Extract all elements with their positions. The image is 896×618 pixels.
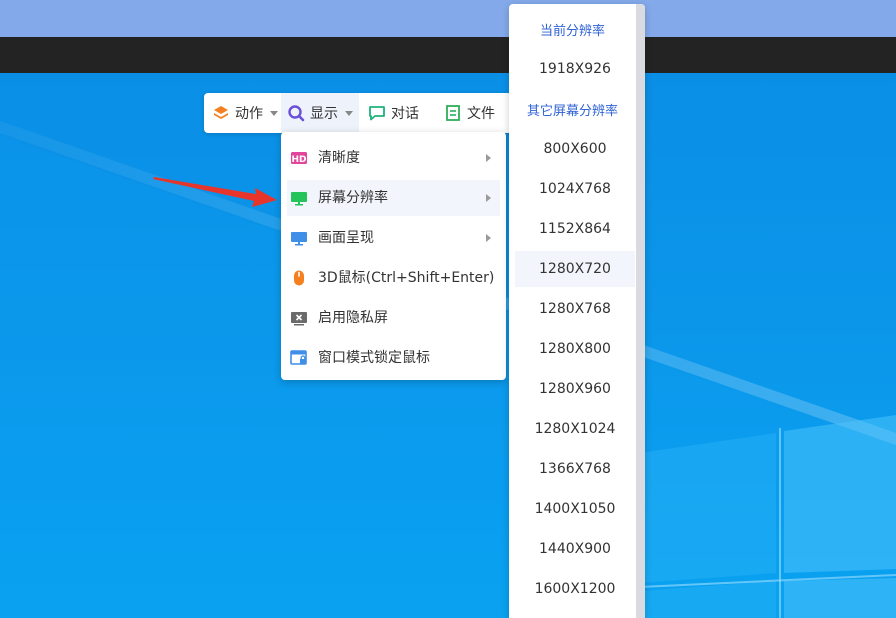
resolution-option[interactable]: 1280X960 bbox=[515, 371, 635, 407]
menu-item-label: 3D鼠标(Ctrl+Shift+Enter) bbox=[318, 270, 495, 286]
file-icon bbox=[446, 105, 460, 121]
menu-item-label: 窗口模式锁定鼠标 bbox=[318, 350, 430, 366]
toolbar-action-button[interactable]: 动作 bbox=[212, 93, 278, 133]
remote-toolbar: 动作 显示 对话 文件 bbox=[204, 93, 512, 133]
resolution-scrollbar[interactable] bbox=[636, 4, 645, 618]
chevron-right-icon bbox=[486, 194, 491, 202]
resolution-option[interactable]: 1280X800 bbox=[515, 331, 635, 367]
toolbar-chat-label: 对话 bbox=[391, 106, 419, 122]
resolution-option[interactable]: 1366X768 bbox=[515, 451, 635, 487]
resolution-option[interactable]: 1024X768 bbox=[515, 171, 635, 207]
toolbar-chat-button[interactable]: 对话 bbox=[368, 93, 419, 133]
chevron-down-icon bbox=[345, 110, 353, 116]
toolbar-file-label: 文件 bbox=[467, 106, 495, 122]
menu-item-label: 画面呈现 bbox=[318, 230, 374, 246]
resolution-option[interactable]: 1440X900 bbox=[515, 531, 635, 567]
resolution-menu: 当前分辨率 1918X926 其它屏幕分辨率 800X600 1024X768 … bbox=[509, 4, 645, 618]
menu-item-label: 清晰度 bbox=[318, 150, 360, 166]
menu-item-label: 屏幕分辨率 bbox=[318, 190, 388, 206]
current-resolution-value: 1918X926 bbox=[539, 61, 611, 77]
current-resolution-header: 当前分辨率 bbox=[539, 23, 605, 39]
toolbar-action-label: 动作 bbox=[235, 106, 263, 122]
display-menu: HD 清晰度 屏幕分辨率 画面呈现 3D鼠标(Ctrl+Shift+Enter)… bbox=[281, 132, 506, 380]
layers-icon bbox=[214, 106, 228, 119]
menu-item-window-lock-mouse[interactable]: 窗口模式锁定鼠标 bbox=[287, 340, 500, 376]
mouse-icon bbox=[294, 270, 304, 286]
resolution-option[interactable]: 800X600 bbox=[515, 131, 635, 167]
menu-item-screen-resolution[interactable]: 屏幕分辨率 bbox=[287, 180, 500, 216]
resolution-option[interactable]: 1400X1050 bbox=[515, 491, 635, 527]
privacy-screen-icon bbox=[291, 312, 307, 326]
resolution-option[interactable]: 1280X1024 bbox=[515, 411, 635, 447]
menu-item-label: 启用隐私屏 bbox=[318, 310, 388, 326]
chevron-right-icon bbox=[486, 154, 491, 162]
toolbar-display-button[interactable]: 显示 bbox=[281, 93, 359, 133]
menu-item-3d-mouse[interactable]: 3D鼠标(Ctrl+Shift+Enter) bbox=[287, 260, 500, 296]
search-icon bbox=[288, 105, 305, 122]
svg-text:HD: HD bbox=[291, 155, 306, 165]
hd-icon: HD bbox=[291, 152, 307, 165]
monitor-blue-icon bbox=[291, 232, 307, 246]
toolbar-file-button[interactable]: 文件 bbox=[444, 93, 495, 133]
title-band bbox=[0, 0, 896, 37]
monitor-green-icon bbox=[291, 192, 307, 206]
toolbar-display-label: 显示 bbox=[310, 106, 338, 122]
resolution-option[interactable]: 1600X1200 bbox=[515, 571, 635, 607]
remote-desktop-screen: 动作 显示 对话 文件 HD 清晰度 屏幕分辨率 画面呈现 3D鼠标(Ctrl+… bbox=[0, 0, 896, 618]
remote-taskbar-top bbox=[0, 37, 896, 73]
resolution-option[interactable]: 1280X768 bbox=[515, 291, 635, 327]
window-lock-icon bbox=[290, 350, 307, 365]
resolution-option[interactable]: 1280X720 bbox=[515, 251, 635, 287]
other-resolutions-header: 其它屏幕分辨率 bbox=[526, 103, 618, 119]
menu-item-clarity[interactable]: HD 清晰度 bbox=[287, 140, 500, 176]
chevron-down-icon bbox=[270, 110, 278, 116]
menu-item-rendering[interactable]: 画面呈现 bbox=[287, 220, 500, 256]
menu-item-privacy-screen[interactable]: 启用隐私屏 bbox=[287, 300, 500, 336]
chat-bubble-icon bbox=[369, 106, 385, 121]
resolution-option[interactable]: 1152X864 bbox=[515, 211, 635, 247]
chevron-right-icon bbox=[486, 234, 491, 242]
